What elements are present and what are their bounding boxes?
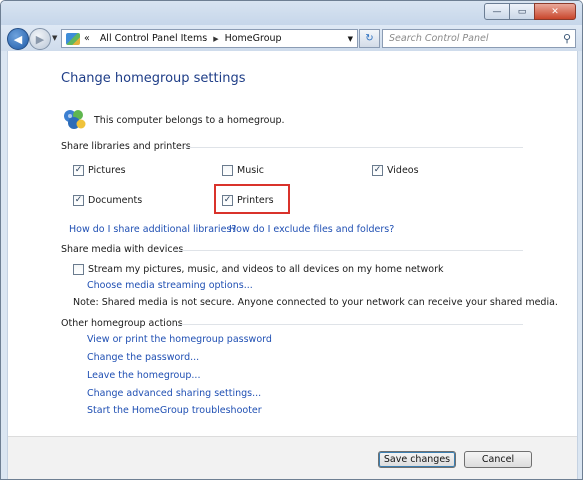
- library-documents[interactable]: ✓ Documents: [73, 195, 142, 206]
- section-divider: [185, 147, 523, 148]
- section-divider: [174, 250, 523, 251]
- breadcrumb-separator-icon[interactable]: ▶: [213, 35, 218, 43]
- share-libraries-label: Share libraries and printers: [61, 141, 191, 152]
- close-button[interactable]: ✕: [534, 3, 576, 20]
- control-panel-icon: [66, 32, 80, 45]
- videos-checkbox[interactable]: ✓: [372, 165, 383, 176]
- page-title: Change homegroup settings: [61, 71, 246, 86]
- refresh-button[interactable]: ↻: [359, 29, 380, 48]
- address-overflow-chevron[interactable]: «: [84, 33, 90, 44]
- media-stream-option[interactable]: Stream my pictures, music, and videos to…: [73, 264, 444, 275]
- address-dropdown-icon[interactable]: ▼: [348, 35, 353, 43]
- main-content: Change homegroup settings This computer …: [7, 51, 578, 479]
- recent-pages-dropdown[interactable]: ▼: [52, 34, 57, 42]
- leave-homegroup-link[interactable]: Leave the homegroup...: [87, 370, 200, 381]
- navigation-bar: ◀ ▶ ▼ « All Control Panel Items ▶ HomeGr…: [1, 25, 582, 51]
- videos-label: Videos: [387, 165, 419, 176]
- window-controls: — ▭ ✕: [484, 3, 576, 20]
- advanced-sharing-settings-link[interactable]: Change advanced sharing settings...: [87, 388, 261, 399]
- pictures-checkbox[interactable]: ✓: [73, 165, 84, 176]
- documents-label: Documents: [88, 195, 143, 206]
- media-stream-checkbox[interactable]: [73, 264, 84, 275]
- exclude-files-link[interactable]: How do I exclude files and folders?: [229, 224, 394, 235]
- breadcrumb-homegroup[interactable]: HomeGroup: [225, 33, 282, 44]
- media-streaming-options-link[interactable]: Choose media streaming options...: [87, 280, 253, 291]
- share-media-label: Share media with devices: [61, 244, 184, 255]
- save-changes-button[interactable]: Save changes: [378, 451, 456, 468]
- library-music[interactable]: Music: [222, 165, 264, 176]
- homegroup-troubleshooter-link[interactable]: Start the HomeGroup troubleshooter: [87, 405, 262, 416]
- breadcrumb-all-control-panel-items[interactable]: All Control Panel Items: [100, 33, 207, 44]
- button-bar: Save changes Cancel: [8, 436, 577, 479]
- printers-highlight-box: [214, 184, 290, 214]
- section-divider: [177, 324, 523, 325]
- view-print-password-link[interactable]: View or print the homegroup password: [87, 334, 272, 345]
- library-videos[interactable]: ✓ Videos: [372, 165, 419, 176]
- media-security-note: Note: Shared media is not secure. Anyone…: [73, 297, 558, 308]
- media-stream-label: Stream my pictures, music, and videos to…: [88, 264, 444, 275]
- minimize-button[interactable]: —: [484, 3, 510, 20]
- homegroup-icon: [64, 110, 86, 129]
- forward-button[interactable]: ▶: [29, 28, 51, 50]
- search-icon[interactable]: ⚲: [563, 32, 571, 45]
- search-box[interactable]: ⚲: [382, 29, 576, 48]
- address-bar[interactable]: « All Control Panel Items ▶ HomeGroup ▼: [61, 29, 358, 48]
- homegroup-window: — ▭ ✕ ◀ ▶ ▼ « All Control Panel Items ▶ …: [0, 0, 583, 480]
- back-button[interactable]: ◀: [7, 28, 29, 50]
- cancel-button[interactable]: Cancel: [464, 451, 532, 468]
- documents-checkbox[interactable]: ✓: [73, 195, 84, 206]
- membership-text: This computer belongs to a homegroup.: [94, 115, 285, 126]
- music-label: Music: [237, 165, 265, 176]
- share-additional-libraries-link[interactable]: How do I share additional libraries?: [69, 224, 236, 235]
- other-actions-label: Other homegroup actions: [61, 318, 183, 329]
- search-input[interactable]: [387, 32, 551, 45]
- music-checkbox[interactable]: [222, 165, 233, 176]
- title-bar: — ▭ ✕: [1, 1, 582, 25]
- change-password-link[interactable]: Change the password...: [87, 352, 199, 363]
- library-pictures[interactable]: ✓ Pictures: [73, 165, 126, 176]
- pictures-label: Pictures: [88, 165, 126, 176]
- maximize-button[interactable]: ▭: [509, 3, 535, 20]
